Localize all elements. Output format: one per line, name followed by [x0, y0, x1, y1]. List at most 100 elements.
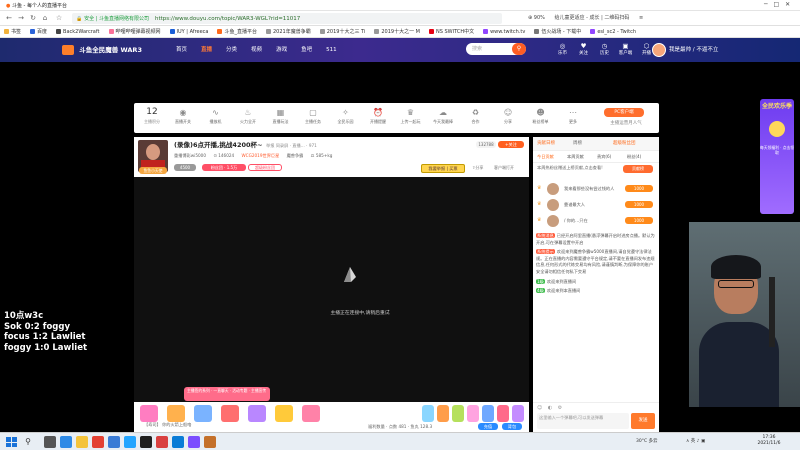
home-icon[interactable]: ⌂ — [40, 13, 50, 23]
bookmark-item[interactable]: 2019十大之三 Ti — [319, 29, 365, 35]
gift-item[interactable] — [437, 405, 449, 422]
mail-icon[interactable] — [172, 436, 184, 448]
close-icon[interactable]: ✕ — [785, 1, 790, 8]
color-icon[interactable]: ◐ — [548, 405, 552, 411]
store-icon[interactable] — [108, 436, 120, 448]
bookmark-item[interactable]: 书签 — [4, 29, 21, 35]
nav-item[interactable]: 首页 — [176, 47, 187, 53]
backpack-button[interactable]: 背包 — [502, 423, 522, 430]
toolbar-happy[interactable]: ☺ 分享 — [493, 107, 523, 131]
tab-super-fans[interactable]: 超级粉丝团 — [613, 137, 636, 151]
tab-weekly-rank[interactable]: 周榜 — [573, 137, 582, 151]
toolbar-fire[interactable]: ♨ 火力全开 — [233, 107, 263, 131]
bookmark-item[interactable]: NS SWITCH中文 — [428, 29, 474, 35]
nav-item[interactable]: 鱼吧 — [301, 47, 312, 53]
header-history-button[interactable]: ◷ 历史 — [594, 42, 615, 57]
toolbar-cycle[interactable]: ♻ 合作 — [461, 107, 491, 131]
stream-title-meta[interactable]: 举报 同录屏 · 直播… · 971 — [266, 142, 386, 149]
site-logo[interactable]: 斗鱼全民魔兽 WAR3 — [62, 44, 162, 56]
qq-icon[interactable] — [124, 436, 136, 448]
toolbar-gem[interactable]: ✧ 全民乐园 — [331, 107, 361, 131]
emoji-icon[interactable]: ☺ — [537, 405, 542, 411]
system-tray[interactable]: ∧ 英 ♪ ▣ — [686, 438, 705, 444]
event-banner[interactable]: 全民欢乐季 每天领福利 · 点击领取 — [760, 99, 794, 214]
bookmark-item[interactable]: 哔哩哔哩弹幕视频网 — [108, 29, 161, 35]
nav-item[interactable]: 游戏 — [276, 47, 287, 53]
bookmark-item[interactable]: Back2Warcraft — [56, 29, 100, 35]
nav-item[interactable]: 511 — [326, 47, 337, 53]
minimize-icon[interactable]: ─ — [764, 1, 768, 8]
chrome-icon[interactable] — [92, 436, 104, 448]
follow-button[interactable]: +关注 — [498, 141, 524, 148]
music-icon[interactable] — [156, 436, 168, 448]
fans-club-tag[interactable]: 粉丝团 · 1.5万 — [202, 164, 246, 171]
rank-tab[interactable]: 粉丝(4) — [627, 151, 641, 163]
bookmark-item[interactable]: IUY | Afreeca — [169, 29, 208, 35]
nav-item[interactable]: 分类 — [226, 47, 237, 53]
bookmark-item[interactable]: 伍火战场 - 下载中 — [534, 29, 581, 35]
share-button[interactable]: ⇪分享 — [472, 165, 483, 171]
refresh-icon[interactable]: ↻ — [28, 13, 38, 23]
toolbar-user[interactable]: ☻ 粉丝榜单 — [526, 107, 556, 131]
zoom-icon[interactable]: ⊕ — [528, 15, 532, 21]
gift-item[interactable] — [167, 405, 185, 422]
rank-row[interactable]: ♛ 我来看那些没有尝过钱的人 1000 — [537, 182, 655, 196]
search-icon[interactable]: ⚲ — [512, 43, 526, 55]
header-follow-button[interactable]: ♥ 关注 — [573, 42, 594, 57]
video-player[interactable] — [134, 177, 529, 402]
toolbar-alarm[interactable]: ⏰ 开播提醒 — [363, 107, 393, 131]
send-button[interactable]: 发送 — [631, 413, 655, 429]
rank-tab[interactable]: 贵宾(6) — [597, 151, 611, 163]
toolbar-cloud[interactable]: ☁ 今天我最棒 — [428, 107, 458, 131]
gift-item[interactable] — [248, 405, 266, 422]
gift-item[interactable] — [497, 405, 509, 422]
warcraft-icon[interactable] — [204, 436, 216, 448]
bookmark-item[interactable]: 百度 — [30, 29, 47, 35]
header-ticket-button[interactable]: ◎ 乐币 — [552, 42, 573, 57]
bookmark-item[interactable]: www.twitch.tv — [483, 29, 525, 35]
recharge-button[interactable]: 充值 — [478, 423, 498, 430]
obs-icon[interactable] — [140, 436, 152, 448]
rank-notice-button[interactable]: 贡献榜 — [623, 165, 653, 173]
taskview-icon[interactable] — [44, 436, 56, 448]
gift-item[interactable] — [482, 405, 494, 422]
game-icon[interactable] — [188, 436, 200, 448]
gift-item[interactable] — [221, 405, 239, 422]
folder-icon[interactable] — [76, 436, 88, 448]
gift-item[interactable] — [422, 405, 434, 422]
toolbar-toggle[interactable]: ◉ 直播开关 — [168, 107, 198, 131]
toolbar-more[interactable]: ⋯ 更多 — [558, 107, 588, 131]
uploader-name[interactable]: 重播博彩wi5000 — [174, 153, 206, 158]
clock[interactable]: 17:36 2021/11/6 — [752, 435, 786, 447]
gift-item[interactable] — [512, 405, 524, 422]
nav-item[interactable]: 直播 — [201, 47, 212, 53]
open-client-button[interactable]: 客户端打开 — [494, 165, 514, 171]
forward-icon[interactable]: → — [16, 13, 26, 23]
rank-tab[interactable]: 今日贡献 — [537, 151, 554, 163]
maximize-icon[interactable]: □ — [774, 1, 780, 8]
tab-daily-rank[interactable]: 贡献日榜 — [537, 137, 555, 151]
toolbar-bulb[interactable]: ♛ 上传一起玩 — [396, 107, 426, 131]
weather-widget[interactable]: 30°C 多云 — [636, 438, 658, 444]
gift-item[interactable] — [140, 405, 158, 422]
report-button[interactable]: 我要举报 | 买票 — [421, 164, 465, 173]
gift-item[interactable] — [302, 405, 320, 422]
edge-icon[interactable] — [60, 436, 72, 448]
user-avatar[interactable] — [652, 43, 666, 57]
bookmark-item[interactable]: 斗鱼_直播平台 — [217, 29, 257, 35]
toolbar-chart[interactable]: ▦ 直播玩法 — [266, 107, 296, 131]
settings-icon[interactable]: ⚙ — [558, 405, 562, 411]
gift-item[interactable] — [194, 405, 212, 422]
header-message-button[interactable]: ▣ 客户端 — [615, 42, 636, 57]
browser-tab[interactable]: ● 斗鱼 - 每个人的直播平台 — [6, 2, 176, 11]
back-icon[interactable]: ← — [4, 13, 14, 23]
stream-category[interactable]: WCG2019世界巨星 — [242, 153, 280, 158]
url-field[interactable]: 🔒 安全 | 斗鱼直播网络有限公司 https://www.douyu.com/… — [72, 13, 502, 24]
pc-client-button[interactable]: PC客户端 — [604, 108, 644, 117]
star-icon[interactable]: ☆ — [54, 13, 64, 23]
rank-row[interactable]: ♛ / 你的…只在 1000 — [537, 214, 655, 228]
bookmark-item[interactable]: 2019十大之一 M — [374, 29, 420, 35]
user-name[interactable]: 我是最帅 / 不逼不立 — [669, 44, 749, 56]
menu-icon[interactable]: ≡ — [639, 15, 643, 21]
rank-tab[interactable]: 本周贡献 — [567, 151, 584, 163]
